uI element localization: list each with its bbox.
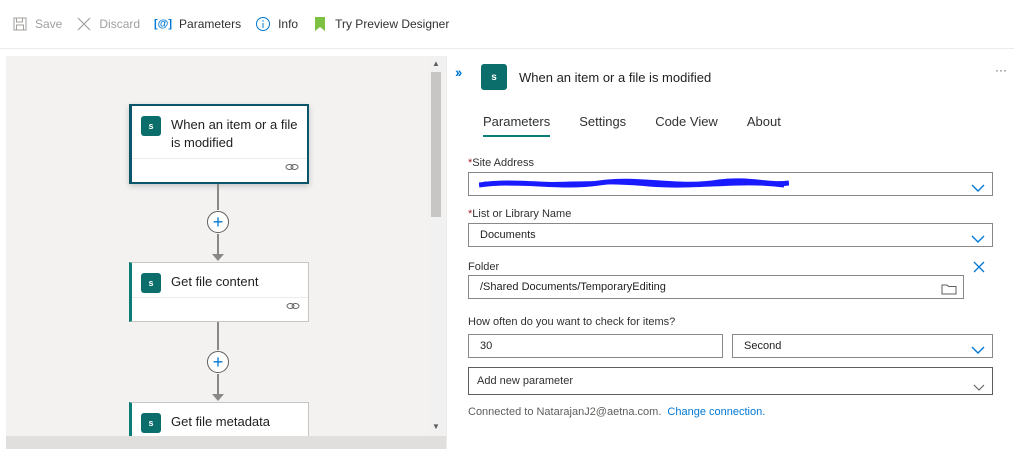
- tab-code-view[interactable]: Code View: [655, 114, 718, 137]
- sharepoint-icon: s: [141, 116, 161, 136]
- info-button[interactable]: Info: [255, 10, 298, 38]
- card-footer: [132, 158, 307, 182]
- save-label: Save: [35, 17, 63, 31]
- close-icon: [76, 16, 92, 32]
- card-footer: [132, 297, 308, 321]
- link-icon: [286, 298, 300, 316]
- remove-parameter-icon[interactable]: [973, 260, 985, 278]
- connection-info: Connected to NatarajanJ2@aetna.com. Chang…: [468, 406, 765, 418]
- redaction-scribble: [479, 178, 789, 188]
- panel-tabs: Parameters Settings Code View About: [483, 114, 810, 137]
- toolbar: Save Discard [@] Parameters Info Try Pre…: [0, 0, 1030, 48]
- save-icon: [12, 16, 28, 32]
- expand-icon[interactable]: ››: [455, 64, 462, 80]
- bookmark-icon: [312, 16, 328, 32]
- card-title: Get file metadata: [171, 414, 270, 429]
- frequency-unit-dropdown[interactable]: Second: [732, 334, 993, 358]
- link-icon: [285, 159, 299, 177]
- chevron-down-icon: [973, 376, 985, 402]
- panel-title: When an item or a file is modified: [519, 70, 712, 85]
- add-step-button[interactable]: +: [207, 351, 229, 373]
- trigger-card[interactable]: s When an item or a file is modified: [129, 104, 309, 184]
- list-name-label: *List or Library Name: [468, 208, 572, 220]
- card-title: Get file content: [171, 274, 259, 289]
- folder-icon[interactable]: [941, 281, 957, 303]
- canvas-scrollbar[interactable]: ▲ ▼: [428, 56, 444, 436]
- folder-input[interactable]: /Shared Documents/TemporaryEditing: [468, 275, 964, 299]
- interval-input[interactable]: 30: [468, 334, 723, 358]
- sharepoint-icon: s: [141, 273, 161, 293]
- sharepoint-icon: s: [141, 413, 161, 433]
- discard-button[interactable]: Discard: [76, 10, 140, 38]
- sharepoint-icon: s: [481, 64, 507, 90]
- chevron-down-icon: [971, 341, 985, 363]
- chevron-down-icon: [971, 179, 985, 201]
- connector-line: [217, 234, 219, 254]
- designer-canvas[interactable]: s When an item or a file is modified + s…: [6, 56, 446, 436]
- info-label: Info: [278, 17, 299, 31]
- list-name-dropdown[interactable]: Documents: [468, 223, 993, 247]
- tab-settings[interactable]: Settings: [579, 114, 626, 137]
- canvas-horizontal-track: [6, 436, 446, 449]
- parameters-icon: [@]: [154, 18, 173, 30]
- get-file-metadata-card[interactable]: s Get file metadata: [129, 402, 309, 436]
- connector-line: [217, 322, 219, 350]
- scroll-down-icon[interactable]: ▼: [432, 422, 440, 431]
- connector-line: [217, 374, 219, 394]
- discard-label: Discard: [99, 17, 141, 31]
- scroll-up-icon[interactable]: ▲: [432, 59, 440, 68]
- details-panel: ›› s When an item or a file is modified …: [446, 56, 1016, 449]
- site-address-dropdown[interactable]: [468, 172, 993, 196]
- chevron-down-icon: [971, 230, 985, 252]
- try-preview-designer-button[interactable]: Try Preview Designer: [312, 10, 449, 38]
- info-icon: [255, 16, 271, 32]
- connector-line: [217, 184, 219, 210]
- tab-about[interactable]: About: [747, 114, 781, 137]
- parameters-button[interactable]: [@] Parameters: [154, 10, 241, 38]
- arrow-down-icon: [212, 394, 224, 401]
- tab-parameters[interactable]: Parameters: [483, 114, 551, 137]
- card-title: When an item or a file is modified: [171, 117, 298, 150]
- folder-label: Folder: [468, 261, 500, 273]
- connected-text: Connected to NatarajanJ2@aetna.com.: [468, 406, 662, 418]
- toolbar-divider: [0, 48, 1014, 49]
- add-step-button[interactable]: +: [207, 211, 229, 233]
- more-options-icon[interactable]: ···: [995, 63, 1007, 77]
- save-button[interactable]: Save: [12, 10, 62, 38]
- scrollbar-thumb[interactable]: [431, 72, 441, 217]
- parameters-label: Parameters: [179, 17, 242, 31]
- arrow-down-icon: [212, 254, 224, 261]
- get-file-content-card[interactable]: s Get file content: [129, 262, 309, 322]
- frequency-label: How often do you want to check for items…: [468, 316, 676, 328]
- preview-label: Try Preview Designer: [335, 17, 450, 31]
- add-new-parameter-dropdown[interactable]: Add new parameter: [468, 367, 993, 395]
- change-connection-link[interactable]: Change connection.: [667, 406, 765, 418]
- site-address-label: *Site Address: [468, 157, 535, 169]
